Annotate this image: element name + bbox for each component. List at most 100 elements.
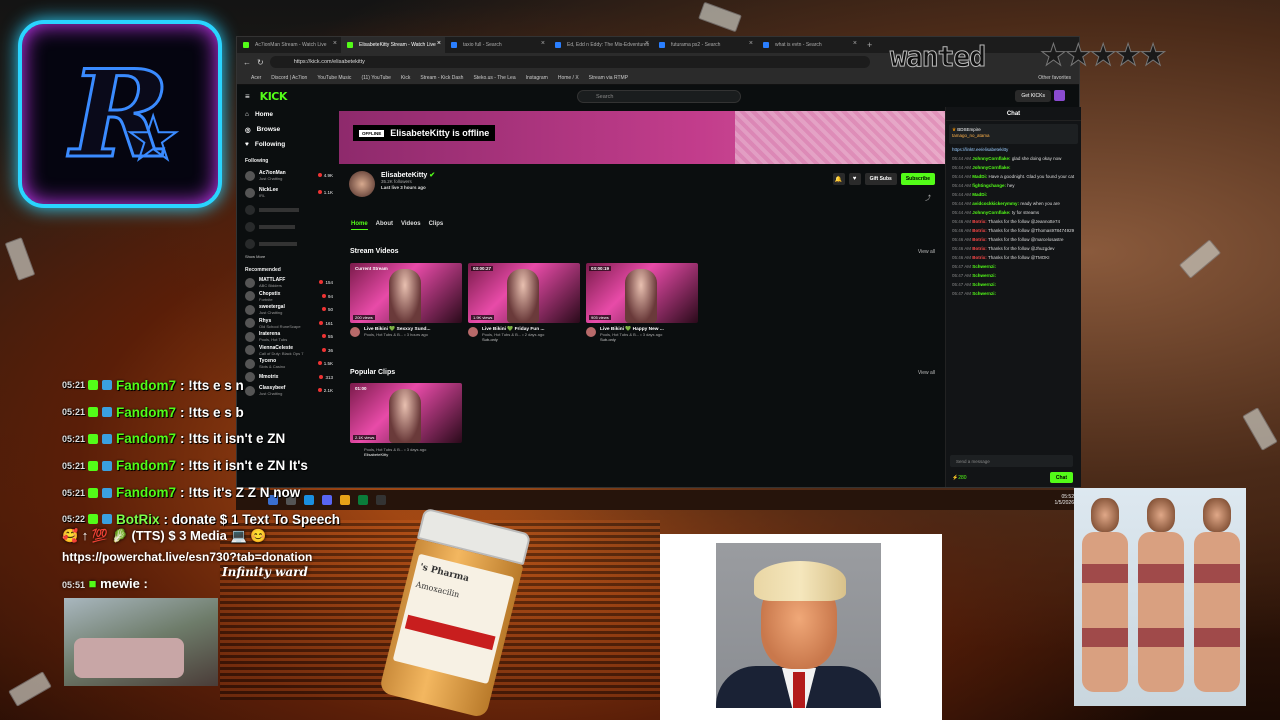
bookmark[interactable]: Acer	[251, 75, 261, 81]
chat-username[interactable]: MadDi:	[972, 174, 987, 179]
chat-username[interactable]: fightingchange:	[972, 183, 1006, 188]
view-all-link[interactable]: View all	[918, 249, 935, 255]
avatar[interactable]	[1054, 90, 1065, 101]
chat-username[interactable]: Botrix:	[972, 246, 987, 251]
bookmark[interactable]: Stream via RTMP	[589, 75, 628, 81]
close-icon[interactable]: ×	[541, 40, 545, 47]
tab-about[interactable]: About	[376, 221, 393, 230]
browser-tab[interactable]: Ed, Edd n Eddy: The Mis-Edventures ×	[549, 37, 653, 53]
close-icon[interactable]: ×	[853, 40, 857, 47]
video-thumbnail[interactable]: Current Stream 200 views	[350, 263, 462, 323]
chat-username[interactable]: Schwernzi:	[972, 273, 996, 278]
video-card[interactable]: Current Stream 200 views Live Bikini 💚 Se…	[350, 263, 462, 337]
chat-username[interactable]: Botrix:	[972, 255, 987, 260]
chat-send-button[interactable]: Chat	[1049, 472, 1073, 483]
video-title[interactable]: Live Bikini 💚 Sexxxy Sund...	[350, 327, 462, 337]
channel-avatar[interactable]	[349, 171, 375, 197]
following-channel-offline[interactable]	[237, 235, 337, 252]
video-thumbnail[interactable]: 03:00:27 1.9K views	[468, 263, 580, 323]
chat-username[interactable]: JohnnyCornflake:	[972, 210, 1010, 215]
chat-username[interactable]: Botrix:	[972, 219, 987, 224]
pinned-link[interactable]: https://linktr.ee/elisabetekitty	[946, 147, 1081, 153]
browser-tab[interactable]: what is evtn - Search ×	[757, 37, 861, 53]
sidebar-item-browse[interactable]: ◎ Browse	[237, 122, 337, 137]
recommended-channel[interactable]: MATTLAFF ABC Bidders 154	[237, 276, 337, 290]
recommended-channel[interactable]: ViennaCeleste Call of Duty: Black Ops 7 36	[237, 344, 337, 358]
tab-home[interactable]: Home	[351, 221, 368, 230]
chat-input[interactable]: Send a message	[950, 455, 1073, 467]
browser-tab[interactable]: futurama ps2 - Search ×	[653, 37, 757, 53]
close-icon[interactable]: ×	[333, 40, 337, 47]
bookmark[interactable]: Stream - Kick Dash	[420, 75, 463, 81]
close-icon[interactable]: ×	[437, 40, 441, 47]
recommended-channel[interactable]: Rhys Old School RuneScape 161	[237, 317, 337, 331]
video-title[interactable]: Live Bikini 💚 Friday Fun ...	[468, 327, 580, 337]
bookmark[interactable]: Kick	[401, 75, 410, 81]
viewer-count: 4.9K	[317, 173, 333, 178]
chat-username[interactable]: JohnnyCornflake:	[972, 156, 1010, 161]
recommended-channel[interactable]: sweetergal Just Chatting 50	[237, 303, 337, 317]
video-thumbnail[interactable]: 03:00:19 905 views	[586, 263, 698, 323]
video-card[interactable]: 03:00:19 905 views Live Bikini 💚 Happy Ne…	[586, 263, 698, 342]
verified-badge-icon	[102, 407, 112, 418]
sidebar-item-home[interactable]: ⌂ Home	[237, 107, 337, 122]
heart-icon: ♥	[245, 141, 249, 148]
chat-username[interactable]: Schwernzi:	[972, 282, 996, 287]
refresh-icon[interactable]: ↻	[257, 58, 264, 67]
pinned-username[interactable]: BDSEmpire	[957, 127, 981, 132]
following-channel-offline[interactable]	[237, 201, 337, 218]
following-channel-offline[interactable]	[237, 218, 337, 235]
bookmark[interactable]: Instagram	[526, 75, 548, 81]
menu-icon[interactable]: ≡	[245, 92, 250, 101]
channel-name[interactable]: ElisabeteKitty	[381, 172, 427, 179]
sidebar-item-following[interactable]: ♥ Following	[237, 137, 337, 152]
chat-username[interactable]: Schwernzi:	[972, 291, 996, 296]
wanted-stars: ★★★★★	[1039, 39, 1166, 73]
bookmark[interactable]: Discord | Ac7ion	[271, 75, 307, 81]
chat-username[interactable]: Botrix:	[972, 228, 987, 233]
browser-tab-active[interactable]: ElisabeteKitty Stream - Watch Live ×	[341, 37, 445, 53]
tab-clips[interactable]: Clips	[429, 221, 444, 230]
chat-username[interactable]: avidcockkickerymmy:	[972, 201, 1019, 206]
browser-tab[interactable]: Ac7ionMan Stream - Watch Live ×	[237, 37, 341, 53]
tab-videos[interactable]: Videos	[401, 221, 421, 230]
bookmark[interactable]: (11) YouTube	[361, 75, 390, 81]
chat-panel: Chat ♛ BDSEmpire tamago_no_atama https:/…	[945, 107, 1081, 487]
bookmark-other[interactable]: Other favorites	[1038, 75, 1071, 81]
chat-username[interactable]: MadDi:	[972, 192, 987, 197]
back-icon[interactable]: ←	[243, 58, 251, 67]
bookmark[interactable]: YouTube Music	[317, 75, 351, 81]
url-input[interactable]: https://kick.com/elisabetekitty	[269, 56, 870, 68]
chat-timestamp: 05:44 AM	[952, 183, 972, 188]
subscribe-button[interactable]: Subscribe	[900, 173, 935, 185]
bell-icon[interactable]: 🔔	[832, 173, 845, 185]
taskbar-clock[interactable]: 05:52 1/5/2026	[1055, 494, 1074, 506]
following-channel[interactable]: Ac7ionMan Just Chatting 4.9K	[237, 167, 337, 184]
close-icon[interactable]: ×	[645, 40, 649, 47]
share-icon[interactable]: ⤴	[925, 193, 931, 202]
pinned-sub-user[interactable]: tamago_no_atama	[952, 133, 1075, 138]
recommended-channel[interactable]: Iraterena Pools, Hot Tubs 55	[237, 330, 337, 344]
close-icon[interactable]: ×	[749, 40, 753, 47]
chat-username[interactable]: JohnnyCornflake:	[972, 165, 1010, 170]
new-tab-button[interactable]: +	[867, 40, 872, 50]
get-kicks-button[interactable]: Get KICKs	[1015, 90, 1051, 102]
view-all-link[interactable]: View all	[918, 370, 935, 376]
recommended-channel[interactable]: Chopstix Fortnite 94	[237, 290, 337, 304]
chat-username[interactable]: Botrix:	[972, 237, 987, 242]
chat-username[interactable]: Schwernzi:	[972, 264, 996, 269]
recommended-channel[interactable]: Tyceno Slots & Casino 1.5K	[237, 357, 337, 371]
search-input[interactable]: Search	[577, 90, 741, 103]
heart-icon[interactable]: ♥	[848, 173, 861, 185]
video-title[interactable]: Live Bikini 💚 Happy New ...	[586, 327, 698, 337]
bookmark[interactable]: Steko.us - The Lea	[473, 75, 515, 81]
browser-tab[interactable]: taxio full - Search ×	[445, 37, 549, 53]
chat-timestamp: 05:44 AM	[952, 192, 972, 197]
bookmark[interactable]: Home / X	[558, 75, 579, 81]
gift-subs-button[interactable]: Gift Subs	[864, 173, 897, 185]
kick-logo[interactable]: KICK	[260, 90, 288, 103]
show-more-link[interactable]: Show More	[237, 252, 337, 261]
figure	[1078, 498, 1132, 706]
video-card[interactable]: 03:00:27 1.9K views Live Bikini 💚 Friday …	[468, 263, 580, 342]
following-channel[interactable]: NickLee IRL 1.1K	[237, 184, 337, 201]
